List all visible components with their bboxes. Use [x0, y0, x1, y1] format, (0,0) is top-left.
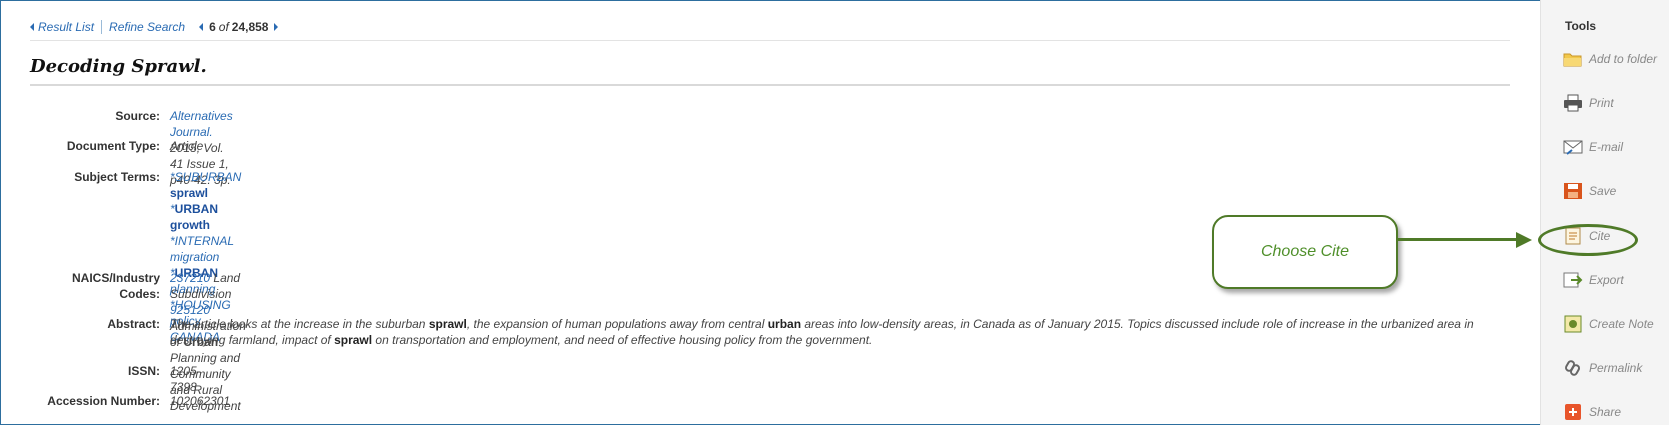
- callout-arrow-head-icon: [1516, 232, 1532, 248]
- printer-icon: [1563, 94, 1583, 112]
- export-button[interactable]: Export: [1563, 269, 1624, 291]
- issn-label: ISSN:: [127, 364, 160, 378]
- naics-code-link[interactable]: 925120: [170, 303, 210, 317]
- nav-divider: [101, 20, 103, 34]
- result-list-link[interactable]: Result List: [38, 20, 94, 34]
- create-note-button[interactable]: Create Note: [1563, 313, 1654, 335]
- instruction-callout: Choose Cite: [1212, 215, 1398, 289]
- permalink-button[interactable]: Permalink: [1563, 357, 1642, 379]
- share-button[interactable]: Share: [1563, 401, 1621, 423]
- subject-terms-label: Subject Terms:: [74, 170, 160, 184]
- accession-value: 102062301: [170, 394, 231, 408]
- source-label: Source:: [115, 109, 160, 123]
- document-type-value: Article: [170, 139, 204, 153]
- result-navigation: Result List Refine Search 6 of 24,858: [30, 19, 279, 35]
- subject-term-link[interactable]: *INTERNAL migration: [170, 233, 241, 265]
- share-icon: [1563, 403, 1583, 421]
- save-icon: [1563, 182, 1583, 200]
- accession-label: Accession Number:: [47, 394, 160, 408]
- save-button[interactable]: Save: [1563, 180, 1616, 202]
- title-underline: [30, 84, 1510, 86]
- folder-icon: [1563, 50, 1583, 68]
- naics-code-item: 237210 Land Subdivision: [170, 271, 241, 301]
- source-journal-link[interactable]: Alternatives Journal.: [170, 109, 233, 139]
- export-icon: [1563, 271, 1583, 289]
- tools-heading: Tools: [1565, 19, 1597, 33]
- callout-text: Choose Cite: [1260, 243, 1350, 260]
- divider: [30, 40, 1510, 41]
- subject-term-link[interactable]: *SUBURBAN sprawl: [170, 169, 241, 201]
- back-arrow-icon: [30, 23, 34, 31]
- naics-label: NAICS/Industry Codes:: [71, 271, 160, 301]
- add-to-folder-button[interactable]: Add to folder: [1563, 48, 1657, 70]
- abstract-text: The article looks at the increase in the…: [170, 317, 1474, 347]
- record-pager: 6 of 24,858: [199, 20, 279, 34]
- next-record-icon[interactable]: [274, 23, 279, 31]
- previous-record-icon[interactable]: [199, 23, 204, 31]
- current-record-number: 6: [209, 20, 216, 34]
- total-results-count: 24,858: [231, 20, 269, 34]
- document-type-label: Document Type:: [66, 139, 160, 153]
- email-button[interactable]: E-mail: [1563, 136, 1623, 158]
- window-frame: [0, 0, 1669, 425]
- abstract-label: Abstract:: [107, 317, 160, 331]
- email-icon: [1563, 138, 1583, 156]
- record-title: Decoding Sprawl.: [30, 56, 207, 77]
- issn-value: 1205-7398: [170, 364, 201, 394]
- cite-highlight-ring: [1538, 224, 1638, 256]
- naics-code-link[interactable]: 237210: [170, 271, 210, 285]
- refine-search-link[interactable]: Refine Search: [109, 20, 185, 34]
- subject-term-link[interactable]: *URBAN growth: [170, 201, 241, 233]
- print-button[interactable]: Print: [1563, 92, 1614, 114]
- callout-arrow-line: [1398, 238, 1518, 241]
- note-icon: [1563, 315, 1583, 333]
- pager-of-label: of: [218, 20, 229, 34]
- tools-panel: Tools Add to folder Print E-mail Save Ci…: [1540, 0, 1669, 425]
- link-icon: [1563, 359, 1583, 377]
